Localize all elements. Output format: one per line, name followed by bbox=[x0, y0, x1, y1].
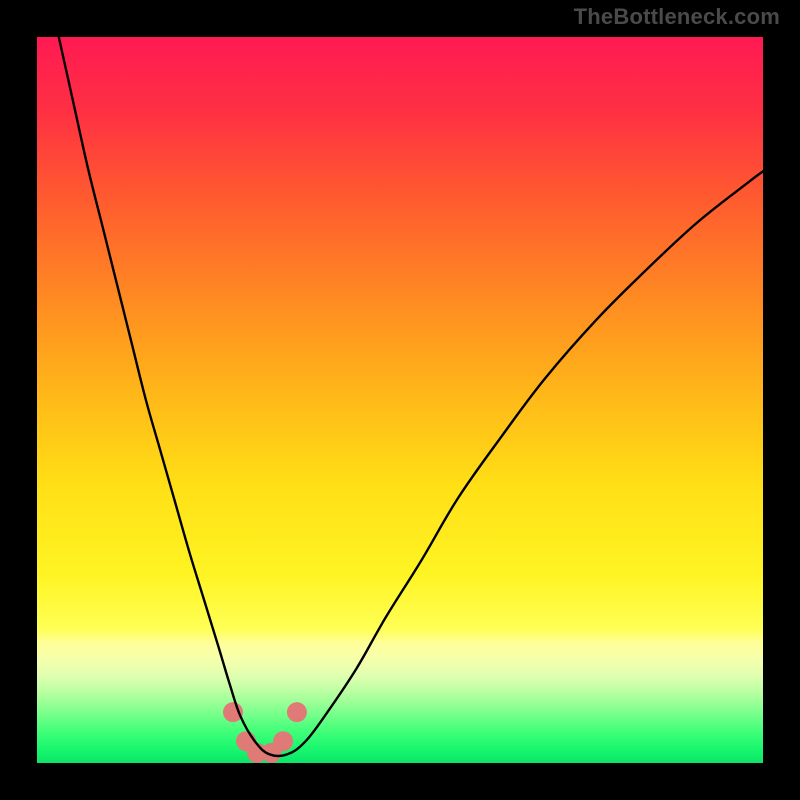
outer-frame: TheBottleneck.com bbox=[0, 0, 800, 800]
bottleneck-curve bbox=[59, 37, 763, 756]
watermark-text: TheBottleneck.com bbox=[574, 4, 780, 30]
curve-marker bbox=[287, 702, 307, 722]
curve-marker bbox=[273, 731, 293, 751]
chart-canvas bbox=[37, 37, 763, 763]
plot-area bbox=[37, 37, 763, 763]
curve-markers bbox=[223, 702, 307, 763]
